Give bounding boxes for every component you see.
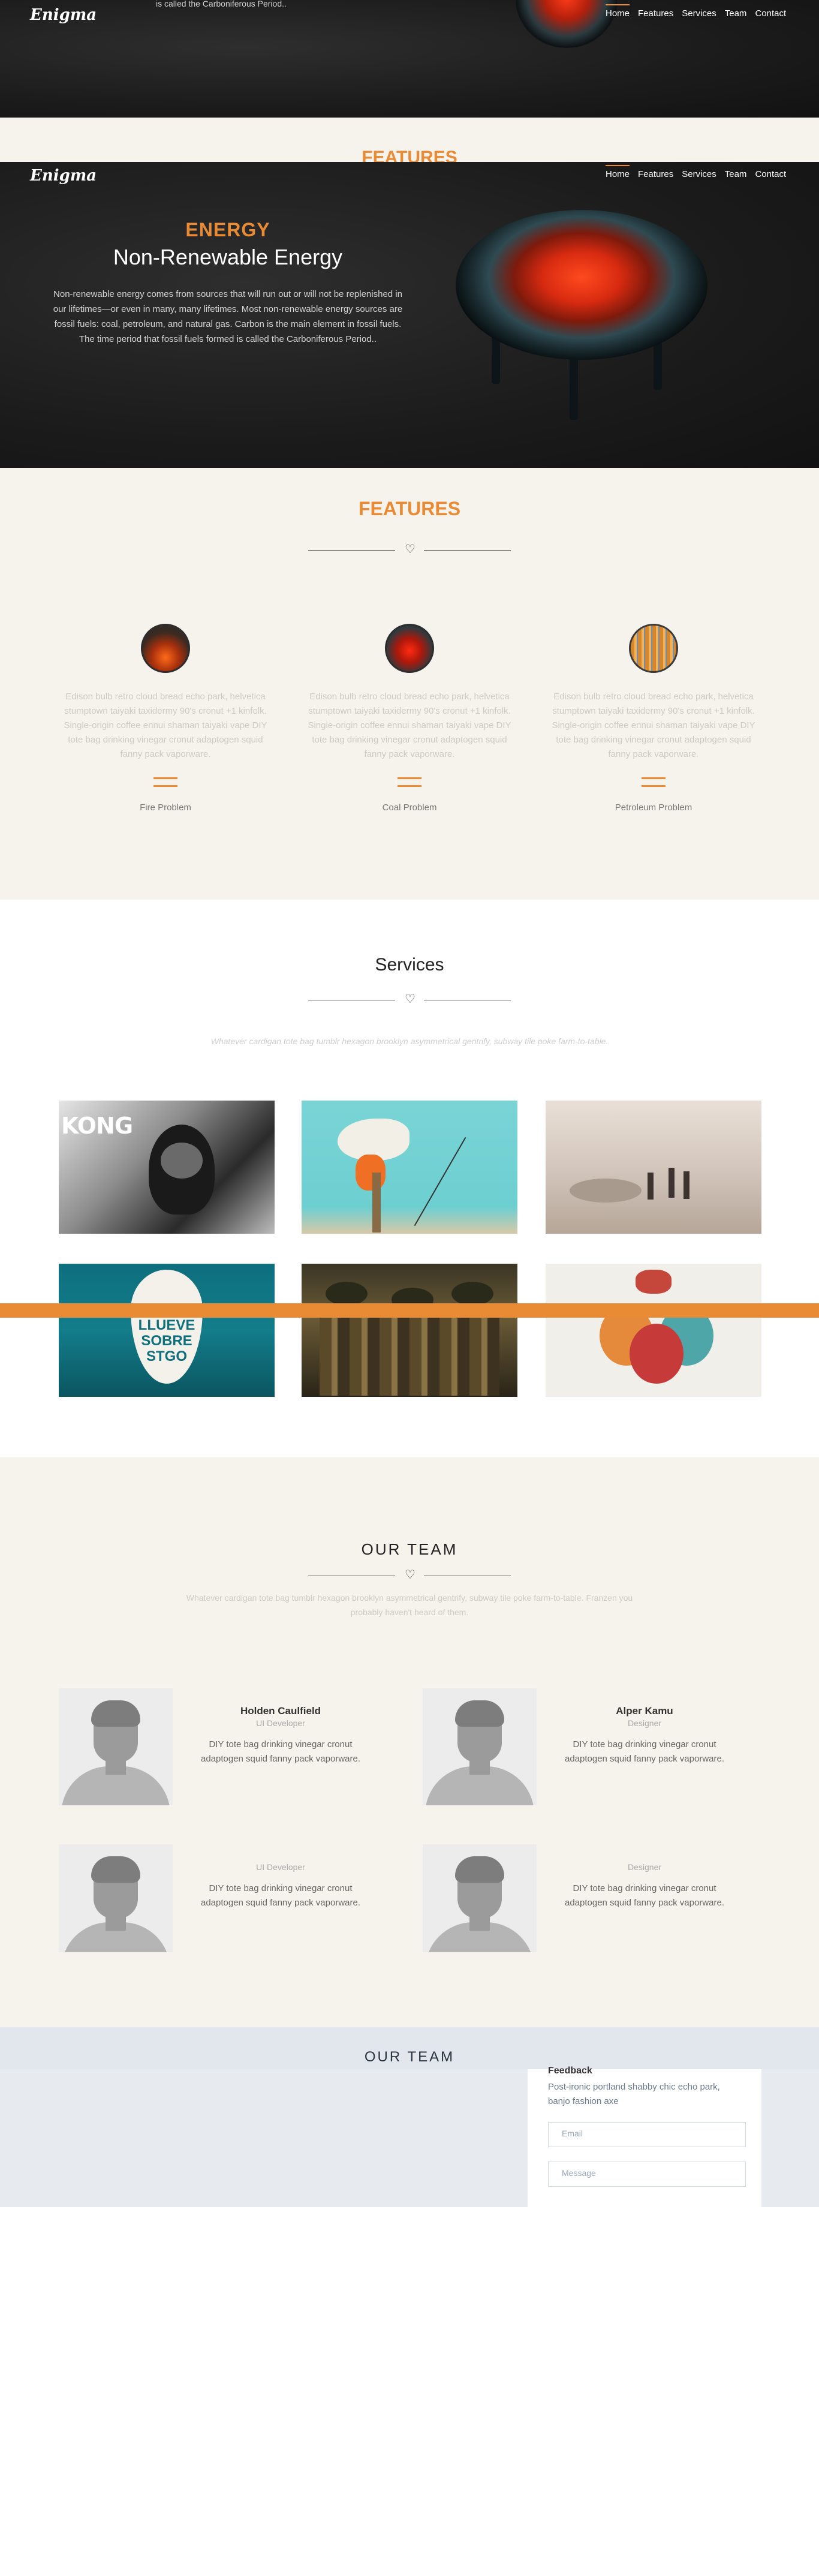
member-bio: DIY tote bag drinking vinegar cronut ada… xyxy=(200,1883,360,1908)
feature-label: Fire Problem xyxy=(140,802,191,813)
feature-card: Edison bulb retro cloud bread echo park,… xyxy=(546,624,761,813)
feature-card: Edison bulb retro cloud bread echo park,… xyxy=(302,624,517,813)
hero-logo[interactable]: Enigma xyxy=(30,167,97,185)
message-field[interactable]: Message xyxy=(548,2162,746,2187)
tile-caption: LLUEVE SOBRE STGO xyxy=(138,1317,195,1364)
nav-features[interactable]: Features xyxy=(638,8,673,21)
orange-band xyxy=(0,1303,819,1318)
hero-cut-text: is called the Carboniferous Period.. xyxy=(156,0,287,8)
nav-home[interactable]: Home xyxy=(606,4,630,21)
nav-services[interactable]: Services xyxy=(682,8,716,21)
feature-label: Coal Problem xyxy=(382,802,437,813)
features-peek-strip: FEATURES xyxy=(0,118,819,162)
petroleum-icon xyxy=(629,624,678,673)
email-field[interactable]: Email xyxy=(548,2122,746,2147)
feature-label: Petroleum Problem xyxy=(615,802,692,813)
avatar xyxy=(59,1688,173,1805)
member-bio: DIY tote bag drinking vinegar cronut ada… xyxy=(564,1739,724,1764)
team-section: OUR TEAM ♡ Whatever cardigan tote bag tu… xyxy=(0,1457,819,2027)
nav-features[interactable]: Features xyxy=(638,169,673,182)
team-title: OUR TEAM xyxy=(361,1540,458,1558)
team-member: UI Developer DIY tote bag drinking vineg… xyxy=(59,1844,418,1964)
nav-contact[interactable]: Contact xyxy=(755,8,786,21)
contact-section: OUR TEAM Feedback Post-ironic portland s… xyxy=(0,2027,819,2207)
grill-image-top xyxy=(516,0,618,48)
member-role: Designer xyxy=(627,1718,662,1728)
top-nav: Home Features Services Team Contact xyxy=(606,4,786,21)
service-tile[interactable] xyxy=(302,1101,517,1234)
services-title: Services xyxy=(375,955,444,975)
services-divider: ♡ xyxy=(308,993,511,1006)
team-subtitle: Whatever cardigan tote bag tumblr hexago… xyxy=(186,1593,633,1617)
features-title: FEATURES xyxy=(358,498,461,519)
member-role: Designer xyxy=(627,1862,662,1872)
tile-caption: KONG xyxy=(61,1113,133,1139)
feature-card: Edison bulb retro cloud bread echo park,… xyxy=(58,624,273,813)
heart-icon: ♡ xyxy=(405,543,415,556)
team-ghost-title: OUR TEAM xyxy=(364,2049,455,2065)
service-tile[interactable] xyxy=(302,1264,517,1397)
hero-nav: Home Features Services Team Contact xyxy=(606,165,786,182)
heart-icon: ♡ xyxy=(405,1568,415,1582)
grill-image xyxy=(456,198,707,432)
feedback-title: Feedback xyxy=(548,2066,592,2076)
features-section: FEATURES ♡ Edison bulb retro cloud bread… xyxy=(0,468,819,900)
hero-headline: Non-Renewable Energy xyxy=(113,245,343,269)
logo[interactable]: Enigma xyxy=(30,6,97,24)
hero-kicker: ENERGY xyxy=(185,219,270,241)
service-tile[interactable]: LLUEVE SOBRE STGO xyxy=(59,1264,275,1397)
team-divider: ♡ xyxy=(308,1568,511,1582)
feature-desc: Edison bulb retro cloud bread echo park,… xyxy=(308,692,511,759)
feature-accent xyxy=(642,777,666,787)
hero-section: Enigma Home Features Services Team Conta… xyxy=(0,162,819,468)
member-bio: DIY tote bag drinking vinegar cronut ada… xyxy=(564,1883,724,1908)
nav-team[interactable]: Team xyxy=(725,169,747,182)
feature-accent xyxy=(153,777,177,787)
member-name: Holden Caulfield xyxy=(240,1705,321,1717)
nav-contact[interactable]: Contact xyxy=(755,169,786,182)
nav-services[interactable]: Services xyxy=(682,169,716,182)
avatar xyxy=(423,1844,537,1952)
member-bio: DIY tote bag drinking vinegar cronut ada… xyxy=(200,1739,360,1764)
feedback-card: Feedback Post-ironic portland shabby chi… xyxy=(528,2066,761,2207)
features-divider: ♡ xyxy=(308,543,511,557)
member-name: Alper Kamu xyxy=(616,1705,673,1717)
member-role: UI Developer xyxy=(256,1862,305,1872)
features-ghost-title: FEATURES xyxy=(362,148,457,162)
hero-body: Non-renewable energy comes from sources … xyxy=(53,289,403,344)
services-section: Services ♡ Whatever cardigan tote bag tu… xyxy=(0,900,819,1457)
coal-icon xyxy=(385,624,434,673)
team-member: Holden Caulfield UI Developer DIY tote b… xyxy=(59,1688,418,1808)
nav-team[interactable]: Team xyxy=(725,8,747,21)
member-role: UI Developer xyxy=(256,1718,305,1728)
team-member: Designer DIY tote bag drinking vinegar c… xyxy=(423,1844,782,1964)
heart-icon: ♡ xyxy=(405,993,415,1006)
avatar xyxy=(59,1844,173,1952)
team-member: Alper Kamu Designer DIY tote bag drinkin… xyxy=(423,1688,782,1808)
feedback-text: Post-ironic portland shabby chic echo pa… xyxy=(548,2082,720,2106)
fire-icon xyxy=(141,624,190,673)
service-tile[interactable] xyxy=(546,1101,761,1234)
feature-accent xyxy=(398,777,421,787)
service-tile[interactable]: KONG xyxy=(59,1101,275,1234)
avatar xyxy=(423,1688,537,1805)
service-tile[interactable] xyxy=(546,1264,761,1397)
feature-desc: Edison bulb retro cloud bread echo park,… xyxy=(552,692,755,759)
nav-home[interactable]: Home xyxy=(606,165,630,182)
feature-desc: Edison bulb retro cloud bread echo park,… xyxy=(64,692,267,759)
hero-text-block: ENERGY Non-Renewable Energy Non-renewabl… xyxy=(48,219,408,347)
top-hero-strip: is called the Carboniferous Period.. Eni… xyxy=(0,0,819,118)
services-subtitle: Whatever cardigan tote bag tumblr hexago… xyxy=(210,1036,609,1046)
